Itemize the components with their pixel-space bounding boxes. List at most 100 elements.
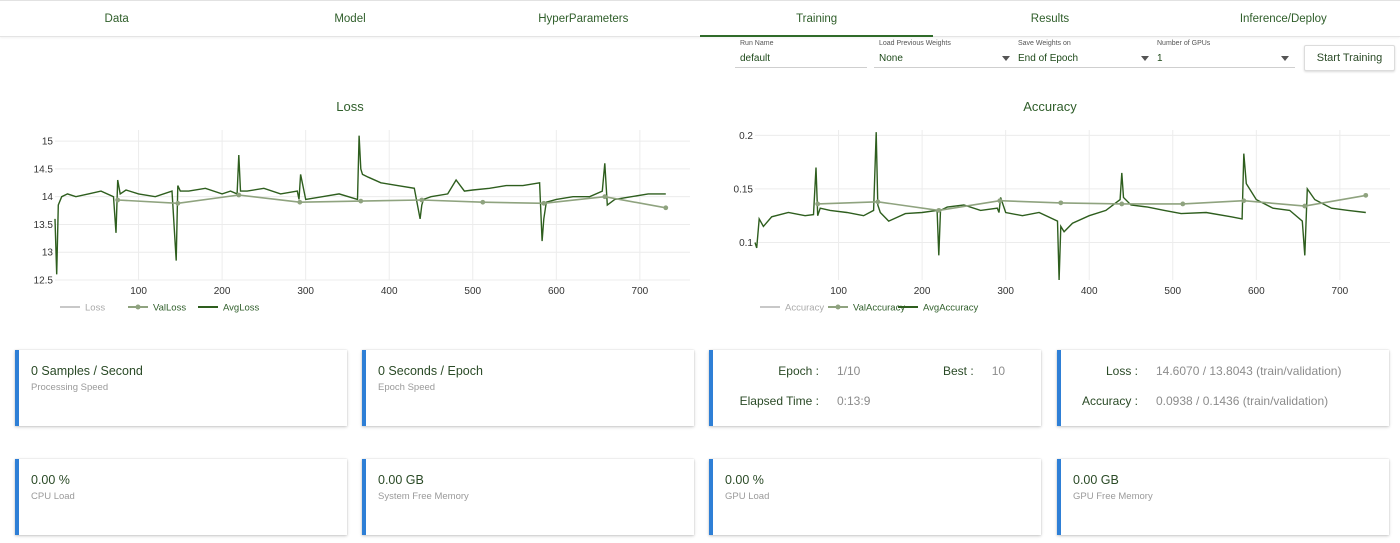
accuracy-chart-svg: 100 200 300 400 500 600 700 0.1 0.15 0.2 Accuracy V…: [734, 130, 1390, 314]
series-point-valloss: [175, 200, 181, 206]
epoch-row: Epoch : 1/10: [713, 364, 860, 378]
processing-speed-label: Processing Speed: [31, 382, 109, 393]
y-tick-label: 13.5: [34, 220, 54, 231]
x-tick-label: 400: [1081, 286, 1098, 297]
main-tabs: Data Model HyperParameters Training Resu…: [0, 0, 1400, 37]
series-line-avgloss: [54, 135, 666, 275]
elapsed-value: 0:13:9: [837, 394, 871, 408]
y-tick-label: 14: [42, 192, 54, 203]
x-tick-label: 200: [214, 286, 231, 297]
tab-model[interactable]: Model: [233, 1, 466, 36]
series-point-valaccuracy: [815, 201, 821, 207]
legend-label[interactable]: Accuracy: [785, 303, 824, 314]
accuracy-label: Accuracy :: [1081, 394, 1138, 408]
legend-label[interactable]: AvgLoss: [223, 303, 260, 314]
system-memory-card: 0.00 GB System Free Memory: [362, 459, 694, 535]
legend-label[interactable]: Loss: [85, 303, 105, 314]
x-tick-label: 200: [914, 286, 931, 297]
x-tick-label: 500: [464, 286, 481, 297]
series-point-valloss: [541, 200, 547, 206]
accuracy-chart: Accuracy 100 200 300 400 500 600 700 0.1 0.15 0.2…: [700, 95, 1400, 320]
series-point-valaccuracy: [1058, 200, 1064, 206]
x-tick-label: 300: [997, 286, 1014, 297]
series-point-valaccuracy: [936, 207, 942, 213]
series-line-avgaccuracy: [754, 132, 1366, 281]
y-tick-label: 0.2: [739, 131, 753, 142]
best-value: 10: [991, 364, 1006, 378]
series-point-valloss: [419, 197, 425, 203]
load-weights-select[interactable]: Load Previous Weights None: [874, 40, 1016, 68]
series-point-valaccuracy: [997, 198, 1003, 204]
legend-label[interactable]: AvgAccuracy: [923, 303, 979, 314]
series-point-valloss: [480, 199, 486, 205]
cpu-load-value: 0.00 %: [31, 473, 70, 487]
y-tick-label: 0.15: [734, 184, 754, 195]
num-gpus-label: Number of GPUs: [1157, 40, 1211, 47]
series-point-valloss: [663, 205, 669, 211]
accuracy-row: Accuracy : 0.0938 / 0.1436 (train/validat…: [1061, 394, 1328, 408]
epoch-speed-card: 0 Seconds / Epoch Epoch Speed: [362, 350, 694, 426]
x-tick-label: 700: [632, 286, 649, 297]
tab-data[interactable]: Data: [0, 1, 233, 36]
legend-label[interactable]: ValLoss: [153, 303, 186, 314]
cpu-load-card: 0.00 % CPU Load: [15, 459, 347, 535]
y-tick-label: 0.1: [739, 238, 753, 249]
series-point-valloss: [602, 194, 608, 200]
x-tick-label: 500: [1164, 286, 1181, 297]
series-point-valaccuracy: [1302, 203, 1308, 209]
epoch-progress-card: Epoch : 1/10 Best : 10 Elapsed Time : 0:13:…: [709, 350, 1041, 426]
num-gpus-select[interactable]: Number of GPUs 1: [1152, 40, 1295, 68]
elapsed-row: Elapsed Time : 0:13:9: [713, 394, 871, 408]
tab-inference-deploy[interactable]: Inference/Deploy: [1167, 1, 1400, 36]
series-point-valaccuracy: [1241, 198, 1247, 204]
gpu-memory-label: GPU Free Memory: [1073, 491, 1153, 502]
series-point-valaccuracy: [1363, 192, 1369, 198]
tab-training[interactable]: Training: [699, 1, 934, 37]
gpu-load-value: 0.00 %: [725, 473, 764, 487]
series-point-valloss: [358, 198, 364, 204]
save-weights-select[interactable]: Save Weights on End of Epoch: [1013, 40, 1155, 68]
epoch-value: 1/10: [837, 364, 861, 378]
processing-speed-card: 0 Samples / Second Processing Speed: [15, 350, 347, 426]
y-tick-label: 14.5: [34, 164, 54, 175]
processing-speed-value: 0 Samples / Second: [31, 364, 143, 378]
tab-hyperparameters[interactable]: HyperParameters: [467, 1, 700, 36]
chevron-down-icon[interactable]: [1141, 56, 1149, 61]
loss-chart-title: Loss: [336, 99, 364, 114]
x-tick-label: 600: [548, 286, 565, 297]
best-label: Best :: [943, 364, 974, 378]
gpu-memory-value: 0.00 GB: [1073, 473, 1119, 487]
load-weights-value: None: [879, 53, 903, 64]
cpu-load-label: CPU Load: [31, 491, 75, 502]
best-row: Best : 10: [943, 364, 1005, 378]
chevron-down-icon[interactable]: [1002, 56, 1010, 61]
series-point-valloss: [236, 192, 242, 198]
run-name-label: Run Name: [740, 40, 774, 47]
metrics-card: Loss : 14.6070 / 13.8043 (train/validatio…: [1057, 350, 1389, 426]
x-tick-label: 300: [297, 286, 314, 297]
save-weights-value: End of Epoch: [1018, 53, 1079, 64]
legend-label[interactable]: ValAccuracy: [853, 303, 905, 314]
accuracy-chart-title: Accuracy: [1023, 99, 1077, 114]
system-memory-value: 0.00 GB: [378, 473, 424, 487]
y-tick-label: 13: [42, 248, 54, 259]
loss-row: Loss : 14.6070 / 13.8043 (train/validatio…: [1061, 364, 1341, 378]
series-point-valaccuracy: [1180, 201, 1186, 207]
series-point-valloss: [115, 197, 121, 203]
num-gpus-value: 1: [1157, 53, 1163, 64]
y-tick-label: 15: [42, 137, 54, 148]
loss-chart-svg: 100 200 300 400 500 600 700 12.5 13 13.5 14 14.5 15 L…: [34, 130, 690, 314]
x-tick-label: 600: [1248, 286, 1265, 297]
loss-value: 14.6070 / 13.8043 (train/validation): [1156, 364, 1342, 378]
tab-results[interactable]: Results: [933, 1, 1166, 36]
epoch-speed-label: Epoch Speed: [378, 382, 436, 393]
start-training-button[interactable]: Start Training: [1304, 45, 1395, 71]
epoch-speed-value: 0 Seconds / Epoch: [378, 364, 483, 378]
run-name-value[interactable]: default: [740, 53, 770, 64]
series-point-valloss: [297, 199, 303, 205]
chevron-down-icon[interactable]: [1281, 56, 1289, 61]
gpu-load-label: GPU Load: [725, 491, 770, 502]
elapsed-label: Elapsed Time :: [739, 394, 819, 408]
x-tick-label: 700: [1332, 286, 1349, 297]
run-name-field[interactable]: Run Name default: [735, 40, 867, 68]
